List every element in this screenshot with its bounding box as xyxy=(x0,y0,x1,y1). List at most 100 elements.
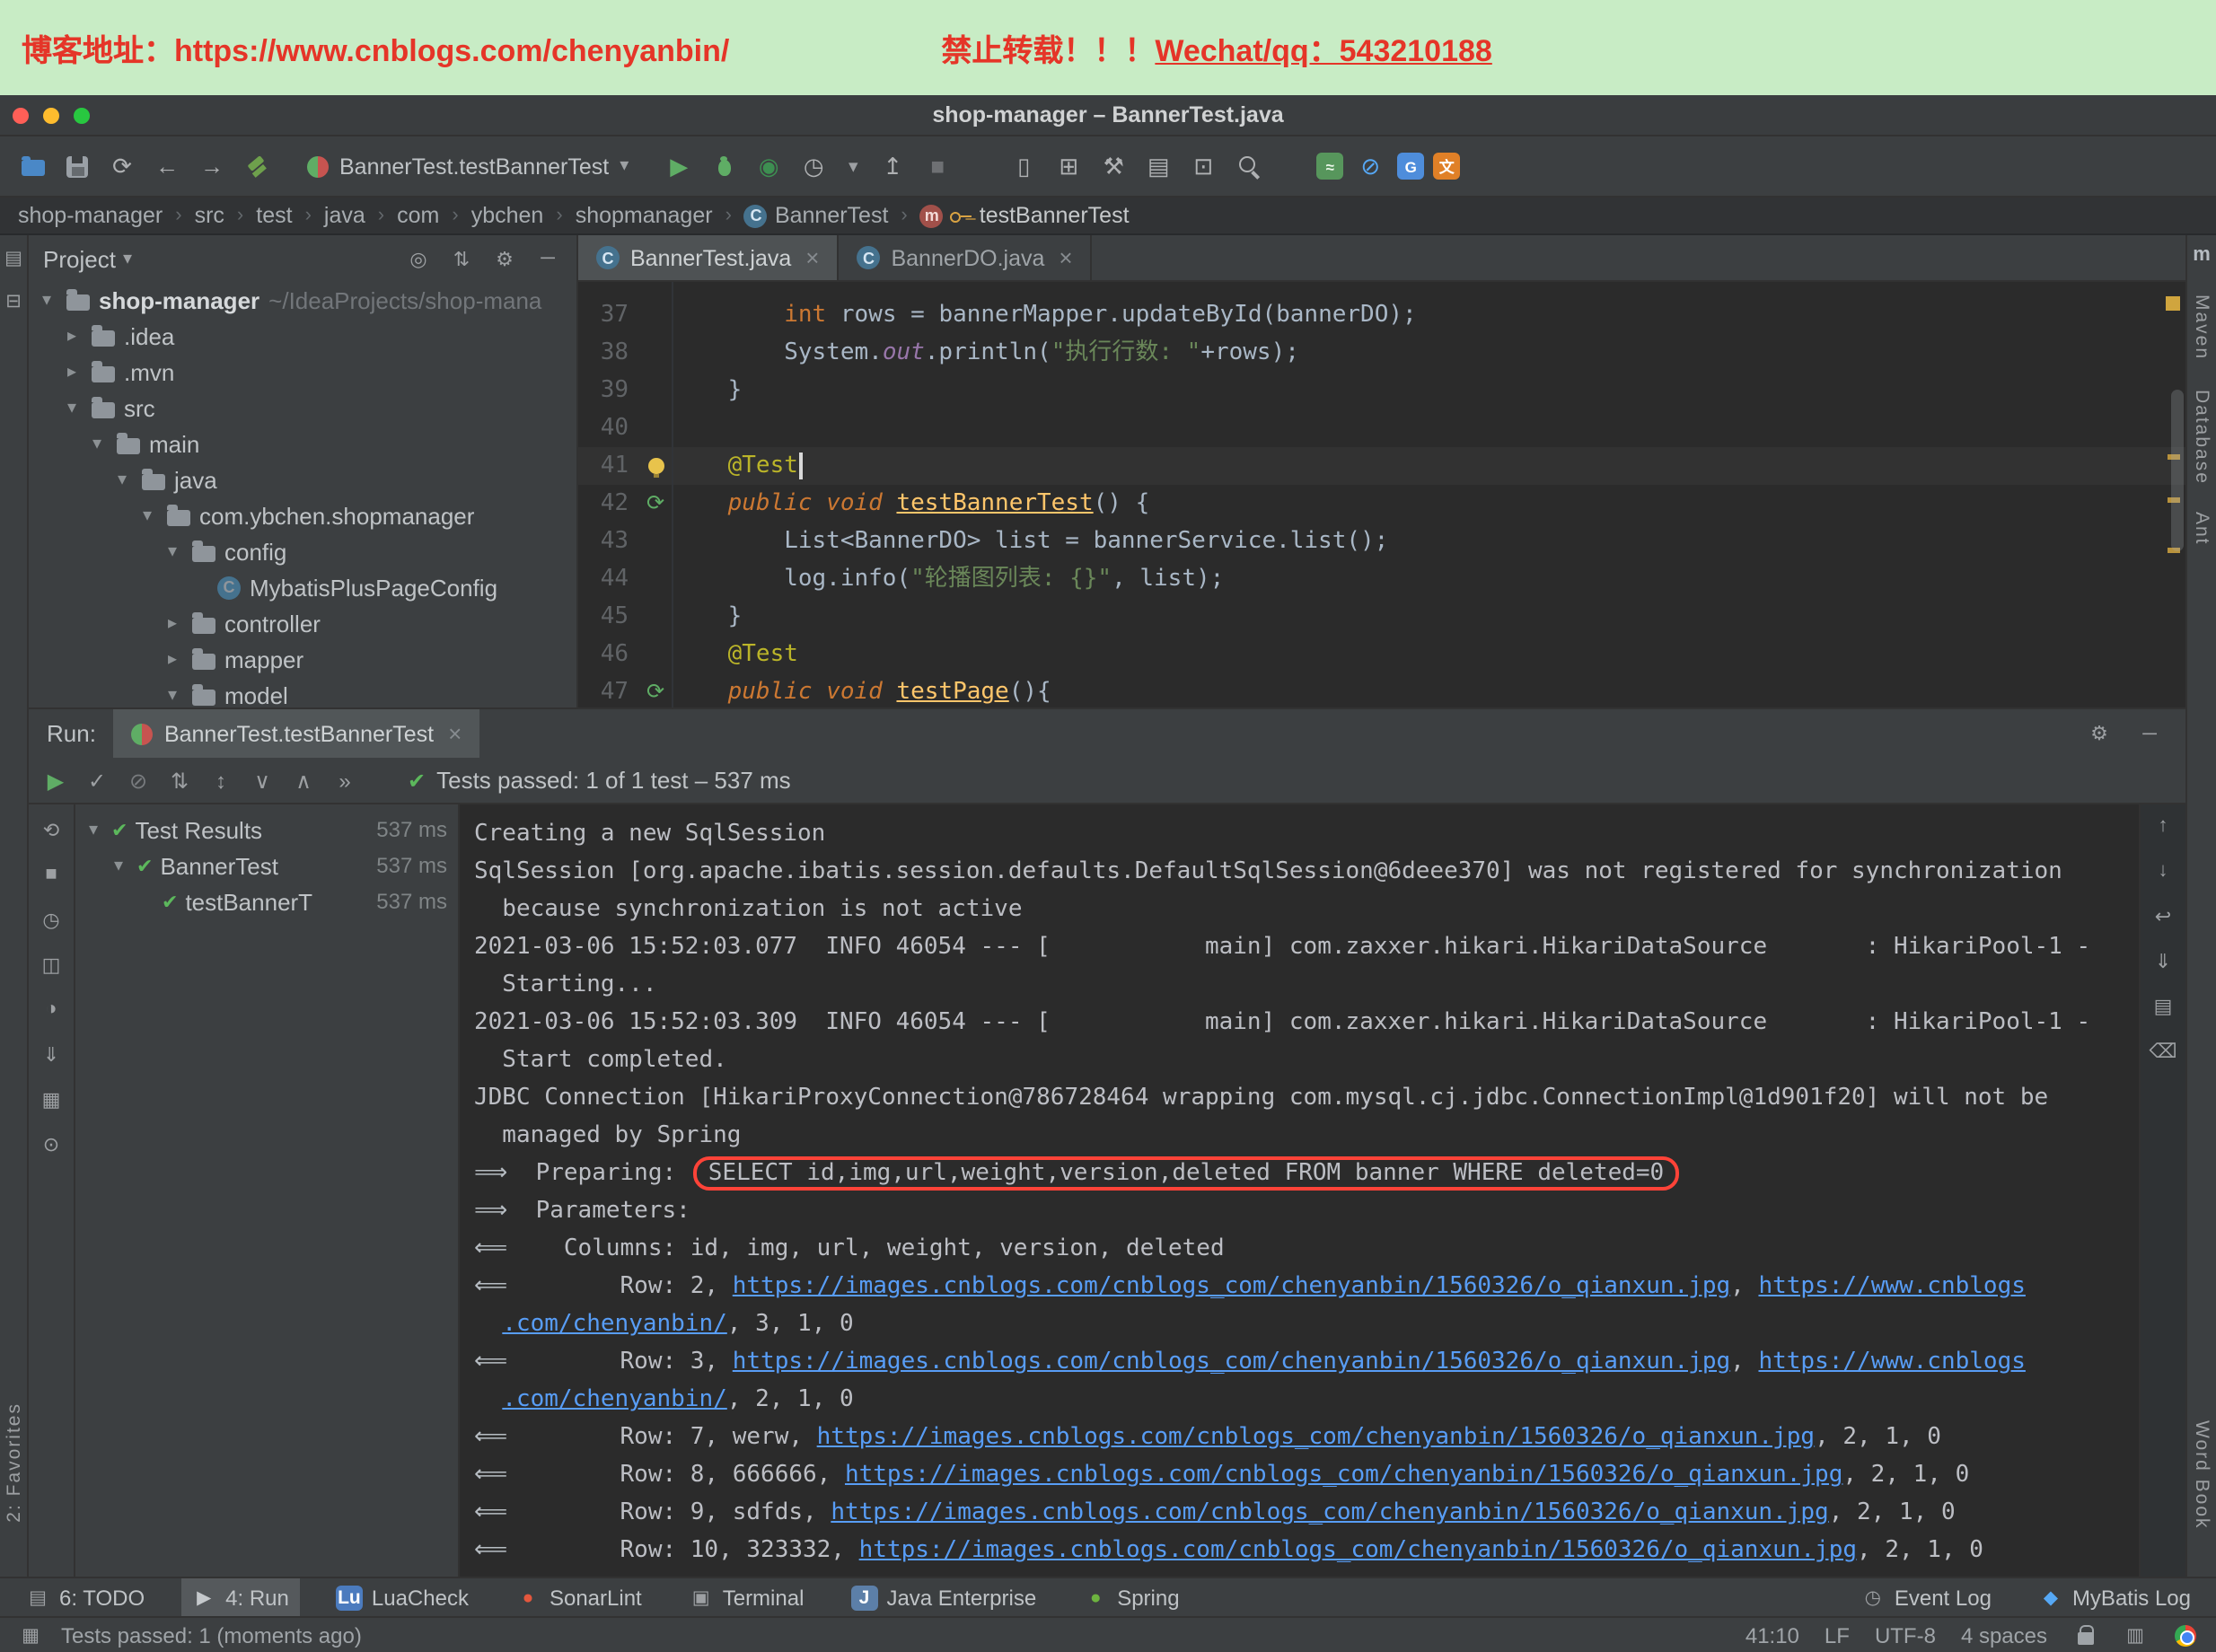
project-tree-item[interactable]: ▾main xyxy=(29,426,576,461)
breadcrumb-item[interactable]: java xyxy=(324,203,365,228)
clear-all-icon[interactable]: ⌫ xyxy=(2149,1036,2177,1065)
translate-icon[interactable]: G xyxy=(1397,153,1424,180)
settings-icon[interactable]: ⚙ xyxy=(2085,719,2114,748)
toolwindow-button-todo[interactable]: ▤6: TODO xyxy=(14,1577,155,1617)
locate-file-icon[interactable]: ◎ xyxy=(404,244,433,273)
test-tree-item[interactable]: ▾✔Test Results537 ms xyxy=(75,812,458,848)
mybatis-log-icon[interactable]: ◆ xyxy=(2038,1585,2063,1610)
toolwindow-button-terminal[interactable]: ▣Terminal xyxy=(678,1577,815,1617)
editor-tab[interactable]: CBannerTest.java× xyxy=(578,235,839,280)
console-link[interactable]: https://images.cnblogs.com/cnblogs_com/c… xyxy=(733,1349,1730,1375)
run-test-gutter-icon[interactable]: ⟳ xyxy=(646,673,664,707)
breadcrumb-item[interactable]: mtestBannerTest xyxy=(920,203,1130,228)
project-tree-item[interactable]: ▾shop-manager ~/IdeaProjects/shop-mana xyxy=(29,282,576,318)
device-preview-icon[interactable]: ▯ xyxy=(1006,148,1042,184)
sort-alphabetically-icon[interactable]: ⇅ xyxy=(163,764,196,796)
project-tree-item[interactable]: ▾model xyxy=(29,677,576,707)
minimize-window-button[interactable] xyxy=(43,108,59,124)
error-stripe-mark[interactable] xyxy=(2166,296,2180,311)
run-icon[interactable]: ▶ xyxy=(661,148,697,184)
tool-stripe-label[interactable]: Database xyxy=(2191,389,2212,484)
run-console[interactable]: Creating a new SqlSessionSqlSession [org… xyxy=(460,804,2139,1577)
project-tree-item[interactable]: ▾java xyxy=(29,461,576,497)
expand-all-icon[interactable]: ∨ xyxy=(246,764,278,796)
editor-scrollbar[interactable] xyxy=(2171,390,2184,551)
open-project-icon[interactable] xyxy=(14,148,50,184)
more-icon[interactable]: » xyxy=(329,764,361,796)
breadcrumb-item[interactable]: shopmanager xyxy=(576,203,713,228)
caret-position[interactable]: 41:10 xyxy=(1746,1622,1799,1648)
breadcrumb-item[interactable]: test xyxy=(256,203,292,228)
project-tree-item[interactable]: ▸mapper xyxy=(29,641,576,677)
sync-icon[interactable]: ⟳ xyxy=(104,148,140,184)
spring-icon[interactable]: ● xyxy=(1083,1585,1108,1610)
toolwindow-button-spring[interactable]: ●Spring xyxy=(1072,1577,1190,1617)
profiler-icon[interactable]: ◷ xyxy=(796,148,831,184)
presentation-icon[interactable]: ⊡ xyxy=(1185,148,1221,184)
statistics-icon[interactable]: ≈ xyxy=(1316,153,1343,180)
debug-icon[interactable] xyxy=(706,148,742,184)
do-not-disturb-icon[interactable]: ⊘ xyxy=(1352,148,1388,184)
project-tree-item[interactable]: ▾src xyxy=(29,390,576,426)
tool-stripe-label[interactable]: 2: Favorites xyxy=(3,1402,24,1523)
project-tree-item[interactable]: CMybatisPlusPageConfig xyxy=(29,569,576,605)
intention-bulb-icon[interactable] xyxy=(647,458,664,474)
console-link[interactable]: .com/chenyanbin/ xyxy=(502,1386,726,1413)
plugins-icon[interactable]: ⊞ xyxy=(1051,148,1086,184)
collapse-all-icon[interactable]: ⇅ xyxy=(447,244,476,273)
attach-icon[interactable]: ↥ xyxy=(875,148,910,184)
coverage-icon[interactable]: ◑ xyxy=(37,995,66,1024)
console-link[interactable]: https://images.cnblogs.com/cnblogs_com/c… xyxy=(831,1499,1828,1526)
print-icon[interactable]: ▤ xyxy=(2149,991,2177,1020)
lock-icon[interactable] xyxy=(2072,1622,2097,1648)
screenshot-icon[interactable]: ◫ xyxy=(37,950,66,979)
breadcrumb-item[interactable]: shop-manager xyxy=(18,203,163,228)
sonarlint-icon[interactable]: ● xyxy=(515,1585,541,1610)
hide-panel-icon[interactable]: ─ xyxy=(2135,719,2164,748)
sort-by-duration-icon[interactable]: ↕ xyxy=(205,764,237,796)
project-tree-item[interactable]: ▾config xyxy=(29,533,576,569)
tool-windows-icon[interactable]: ▦ xyxy=(18,1622,43,1648)
test-tree-item[interactable]: ▾✔BannerTest537 ms xyxy=(75,848,458,883)
run-test-gutter-icon[interactable]: ⟳ xyxy=(646,485,664,523)
test-tree-item[interactable]: ✔testBannerT537 ms xyxy=(75,883,458,919)
project-stripe-icon[interactable]: ▤ xyxy=(1,246,26,271)
forward-icon[interactable]: → xyxy=(194,148,230,184)
console-link[interactable]: https://www.cnblogs xyxy=(1758,1273,2025,1300)
close-icon[interactable]: × xyxy=(805,244,819,271)
project-structure-icon[interactable]: ▤ xyxy=(1140,148,1176,184)
code-editor[interactable]: 37 int rows = bannerMapper.updateById(ba… xyxy=(578,282,2185,707)
hide-panel-icon[interactable]: ─ xyxy=(533,244,562,273)
translator-icon[interactable]: 文 xyxy=(1433,153,1460,180)
toolwindow-button-event-log[interactable]: ◷Event Log xyxy=(1850,1577,2002,1617)
scroll-up-icon[interactable]: ↑ xyxy=(2149,812,2177,840)
coverage-icon[interactable]: ◉ xyxy=(751,148,787,184)
back-icon[interactable]: ← xyxy=(149,148,185,184)
structure-stripe-icon[interactable]: ⊟ xyxy=(1,289,26,314)
project-tree-item[interactable]: ▸.mvn xyxy=(29,354,576,390)
translation-engine-icon[interactable] xyxy=(2173,1622,2198,1648)
todo-icon[interactable]: ▤ xyxy=(25,1585,50,1610)
scroll-to-end-icon[interactable]: ⇓ xyxy=(2149,946,2177,975)
breadcrumb-item[interactable]: CBannerTest xyxy=(744,203,888,228)
scroll-down-icon[interactable]: ↓ xyxy=(2149,857,2177,885)
console-link[interactable]: https://www.cnblogs xyxy=(1758,1349,2025,1375)
breadcrumb-item[interactable]: ybchen xyxy=(471,203,544,228)
project-tree-item[interactable]: ▸controller xyxy=(29,605,576,641)
collapse-all-icon[interactable]: ∧ xyxy=(287,764,320,796)
toolwindow-button-mybatis-log[interactable]: ◆MyBatis Log xyxy=(2027,1577,2202,1617)
toolwindow-button-sonarlint[interactable]: ●SonarLint xyxy=(505,1577,653,1617)
settings-icon[interactable]: ⚙ xyxy=(490,244,519,273)
settings-wrench-icon[interactable]: ⚒ xyxy=(1095,148,1131,184)
import-tests-icon[interactable]: ⇓ xyxy=(37,1040,66,1068)
close-window-button[interactable] xyxy=(13,108,29,124)
luacheck-icon[interactable]: Lu xyxy=(336,1585,363,1610)
run-tab[interactable]: BannerTest.testBannerTest × xyxy=(114,709,479,758)
project-tree-item[interactable]: ▾com.ybchen.shopmanager xyxy=(29,497,576,533)
chevron-down-icon[interactable]: ▾ xyxy=(123,249,132,268)
toolwindow-button-run[interactable]: ▶4: Run xyxy=(180,1577,300,1617)
stop-icon[interactable]: ■ xyxy=(37,860,66,889)
stop-icon[interactable]: ■ xyxy=(919,148,955,184)
line-separator-widget[interactable]: LF xyxy=(1825,1622,1850,1648)
breadcrumb-item[interactable]: src xyxy=(195,203,224,228)
